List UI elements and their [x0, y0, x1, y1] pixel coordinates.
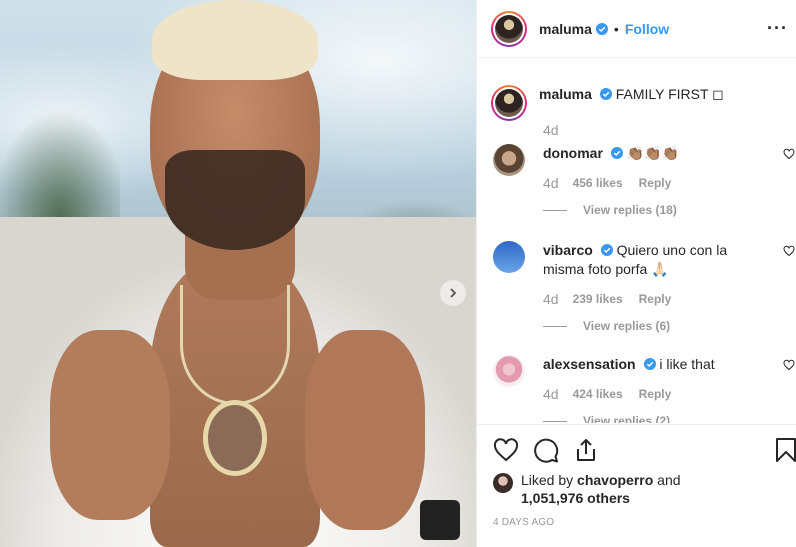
likes-count[interactable]: 1,051,976 others: [521, 490, 630, 506]
next-photo-button[interactable]: [440, 280, 466, 306]
comment-item: vibarco Quiero uno con la misma foto por…: [493, 241, 795, 333]
photo-watch: [420, 500, 460, 540]
reply-button[interactable]: Reply: [639, 176, 672, 190]
photo-right-hand: [305, 330, 425, 530]
comment-time[interactable]: 4d: [543, 175, 559, 191]
liked-by: Liked by chavoperro and 1,051,976 others: [493, 471, 681, 507]
replies-divider: [543, 325, 567, 327]
comment-time[interactable]: 4d: [543, 386, 559, 402]
verified-icon: [643, 358, 656, 370]
photo-beard: [165, 150, 305, 250]
commenter-avatar[interactable]: [493, 144, 525, 176]
post-caption: maluma FAMILY FIRST ◻ 4d: [491, 85, 724, 138]
commenter-avatar[interactable]: [493, 241, 525, 273]
view-replies-button[interactable]: View replies (18): [543, 203, 793, 217]
liker-username[interactable]: chavoperro: [577, 472, 653, 488]
post-header: maluma • Follow ···: [477, 0, 796, 58]
like-button[interactable]: [493, 437, 519, 463]
caption-time[interactable]: 4d: [543, 122, 559, 138]
author-avatar[interactable]: [491, 10, 527, 47]
liker-avatar[interactable]: [493, 473, 513, 493]
commenter-username[interactable]: vibarco: [543, 242, 593, 258]
comments-list: maluma FAMILY FIRST ◻ 4d donomar 👏🏽👏🏽👏🏽 …: [477, 59, 796, 423]
heart-icon: [493, 438, 519, 462]
liked-by-prefix: Liked by: [521, 472, 578, 488]
heart-icon[interactable]: [783, 359, 795, 371]
photo-chain: [180, 285, 290, 405]
verified-icon: [610, 147, 623, 159]
post-actions: Liked by chavoperro and 1,051,976 others…: [477, 424, 796, 547]
heart-icon[interactable]: [783, 245, 795, 257]
comment-item: donomar 👏🏽👏🏽👏🏽 4d 456 likes Reply View r…: [493, 144, 795, 217]
photo-left-hand: [50, 330, 170, 520]
view-replies-button[interactable]: View replies (2): [543, 414, 793, 423]
bookmark-icon: [776, 438, 796, 462]
verified-icon: [595, 22, 608, 35]
replies-divider: [543, 420, 567, 422]
chevron-right-icon: [450, 288, 457, 298]
caption-avatar[interactable]: [491, 85, 527, 121]
author-username[interactable]: maluma: [539, 21, 592, 37]
comment-button[interactable]: [533, 437, 559, 463]
liked-by-and: and: [653, 472, 681, 488]
comment-text: i like that: [659, 356, 715, 372]
verified-icon: [600, 244, 613, 256]
comment-time[interactable]: 4d: [543, 291, 559, 307]
commenter-username[interactable]: donomar: [543, 145, 603, 161]
share-icon: [577, 439, 595, 461]
reply-button[interactable]: Reply: [639, 387, 672, 401]
separator-dot: •: [613, 20, 619, 37]
comment-likes[interactable]: 456 likes: [573, 176, 623, 190]
follow-button[interactable]: Follow: [625, 21, 669, 37]
post-timestamp[interactable]: 4 DAYS AGO: [493, 517, 554, 528]
view-replies-button[interactable]: View replies (6): [543, 319, 793, 333]
post-panel: maluma • Follow ··· maluma FAMILY FIRST …: [476, 0, 796, 547]
comment-item: alexsensation i like that 4d 424 likes R…: [493, 355, 795, 423]
share-button[interactable]: [573, 437, 599, 463]
more-icon[interactable]: ···: [767, 18, 788, 39]
heart-icon[interactable]: [783, 148, 795, 160]
verified-icon: [599, 88, 612, 100]
commenter-username[interactable]: alexsensation: [543, 356, 636, 372]
photo-pendant: [203, 400, 267, 476]
caption-username[interactable]: maluma: [539, 86, 592, 102]
commenter-avatar[interactable]: [493, 355, 525, 387]
comment-likes[interactable]: 424 likes: [573, 387, 623, 401]
reply-button[interactable]: Reply: [639, 292, 672, 306]
comment-likes[interactable]: 239 likes: [573, 292, 623, 306]
replies-divider: [543, 209, 567, 211]
view-replies-label: View replies (6): [583, 319, 671, 333]
comment-text: 👏🏽👏🏽👏🏽: [626, 145, 679, 161]
view-replies-label: View replies (18): [583, 203, 677, 217]
comment-icon: [534, 438, 559, 463]
post-photo[interactable]: [0, 0, 476, 547]
view-replies-label: View replies (2): [583, 414, 671, 423]
save-button[interactable]: [773, 437, 796, 463]
photo-hair: [152, 0, 318, 80]
caption-text: FAMILY FIRST ◻: [615, 86, 724, 102]
